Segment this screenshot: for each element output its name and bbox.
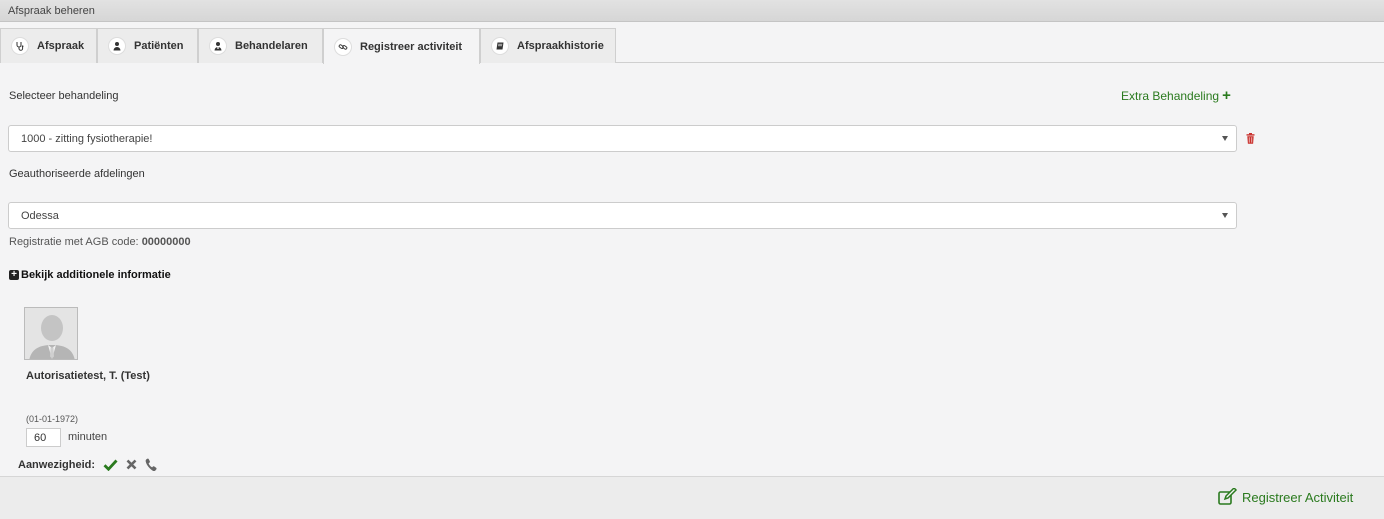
department-label: Geauthoriseerde afdelingen <box>9 168 145 180</box>
patient-dob: (01-01-1972) <box>26 414 79 424</box>
minutes-value: 60 <box>34 432 47 444</box>
tab-behandelaren[interactable]: Behandelaren <box>198 28 323 63</box>
additional-info-label: Bekijk additionele informatie <box>21 269 171 281</box>
user-icon <box>108 37 126 55</box>
tab-label: Patiënten <box>134 40 184 52</box>
window-title: Afspraak beheren <box>8 5 95 17</box>
footer-bar <box>0 476 1384 519</box>
tab-bar: Afspraak Patiënten Behandelaren Registre… <box>0 22 1384 64</box>
extra-treatment-link[interactable]: Extra Behandeling + <box>1121 87 1231 104</box>
trash-icon[interactable] <box>1246 133 1255 144</box>
treatment-select-value: 1000 - zitting fysiotherapie! <box>21 133 153 145</box>
register-activity-label: Registreer Activiteit <box>1242 489 1354 505</box>
department-select[interactable]: Odessa <box>8 202 1237 229</box>
register-activity-button[interactable]: Registreer Activiteit <box>1218 488 1353 506</box>
close-icon[interactable] <box>126 459 137 470</box>
department-select-value: Odessa <box>21 210 59 222</box>
plus-icon: + <box>1222 87 1231 104</box>
tab-afspraakhistorie[interactable]: Afspraakhistorie <box>480 28 616 63</box>
check-icon[interactable] <box>103 459 118 471</box>
caret-down-icon <box>1222 136 1228 141</box>
extra-treatment-label: Extra Behandeling <box>1121 89 1220 103</box>
edit-icon <box>1218 488 1238 505</box>
tab-label: Afspraak <box>37 40 85 52</box>
stethoscope-icon <box>11 37 29 55</box>
tab-label: Registreer activiteit <box>360 40 463 53</box>
user-doctor-icon <box>209 37 227 55</box>
phone-icon[interactable] <box>145 458 157 471</box>
agb-code: 00000000 <box>141 236 191 248</box>
plus-square-icon: + <box>9 270 19 280</box>
window-titlebar: Afspraak beheren <box>0 0 1384 22</box>
tab-afspraak[interactable]: Afspraak <box>0 28 97 63</box>
book-icon <box>491 37 509 55</box>
minutes-input[interactable]: 60 <box>26 428 61 447</box>
tab-label: Behandelaren <box>235 40 308 52</box>
tab-label: Afspraakhistorie <box>517 40 604 52</box>
patient-name: Autorisatietest, T. (Test) <box>26 370 150 382</box>
presence-label: Aanwezigheid: <box>18 458 96 471</box>
treatment-label: Selecteer behandeling <box>9 90 119 102</box>
treatment-select[interactable]: 1000 - zitting fysiotherapie! <box>8 125 1237 152</box>
additional-info-toggle[interactable]: + Bekijk additionele informatie <box>9 269 171 281</box>
presence-row: Aanwezigheid: <box>18 458 157 471</box>
tab-registreer-activiteit[interactable]: Registreer activiteit <box>323 28 480 64</box>
agb-prefix: Registratie met AGB code: <box>9 236 139 248</box>
agb-registration: Registratie met AGB code: 00000000 <box>9 236 191 248</box>
link-icon <box>334 37 352 56</box>
minutes-label: minuten <box>68 431 108 443</box>
tab-patienten[interactable]: Patiënten <box>97 28 198 63</box>
caret-down-icon <box>1222 213 1228 218</box>
avatar <box>24 307 78 360</box>
